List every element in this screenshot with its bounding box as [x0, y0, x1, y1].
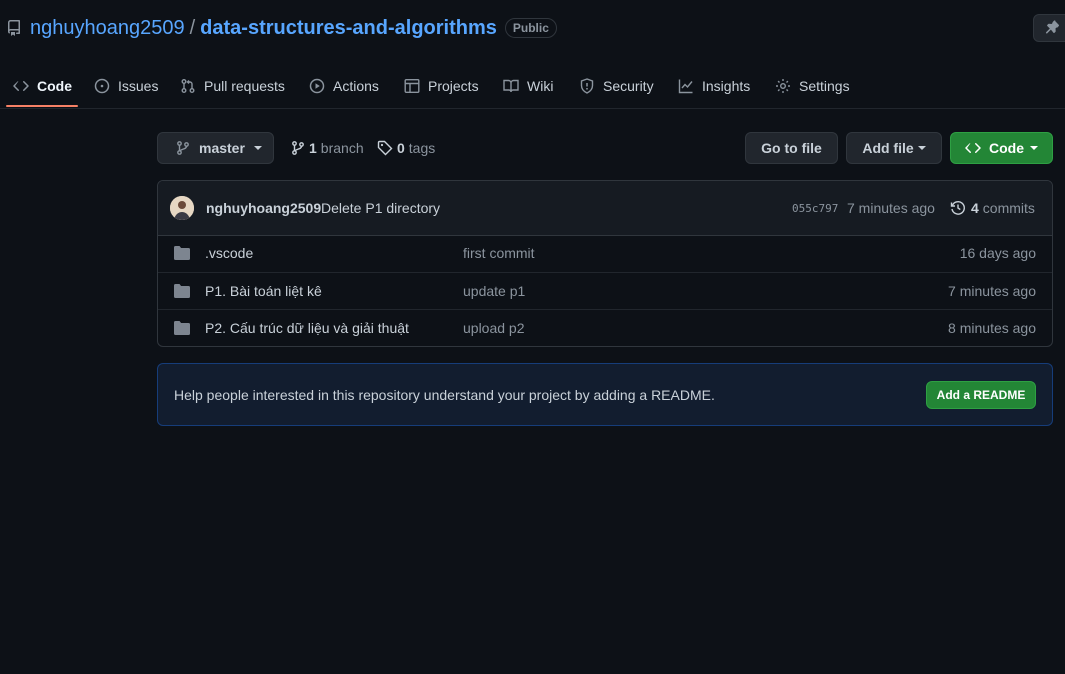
commit-count: 4	[971, 200, 979, 216]
chevron-down-icon	[253, 146, 262, 150]
active-tab-indicator	[6, 105, 78, 107]
path-separator: /	[189, 16, 196, 39]
tab-label: Insights	[702, 78, 751, 94]
visibility-badge: Public	[504, 18, 557, 38]
commit-author-link[interactable]: nghuyhoang2509	[206, 200, 321, 216]
add-readme-button[interactable]: Add a README	[926, 381, 1036, 409]
file-commit-message-link[interactable]: first commit	[463, 245, 535, 261]
add-file-button[interactable]: Add file	[846, 132, 942, 164]
tags-link[interactable]: 0 tags	[377, 139, 435, 157]
list-item[interactable]: P1. Bài toán liệt kê update p1 7 minutes…	[158, 272, 1052, 310]
file-name-link[interactable]: P2. Cấu trúc dữ liệu và giải thuật	[205, 320, 409, 336]
branches-link[interactable]: 1 branch	[290, 139, 364, 157]
commits-link[interactable]: 4 commits	[950, 200, 1035, 216]
tab-settings[interactable]: Settings	[775, 66, 850, 106]
code-icon	[965, 140, 981, 156]
commit-sha-link[interactable]: 055c797	[792, 202, 838, 215]
tab-label: Issues	[118, 78, 159, 94]
tag-label: tags	[408, 140, 436, 156]
tab-insights[interactable]: Insights	[678, 66, 750, 106]
graph-icon	[678, 78, 694, 94]
tab-label: Actions	[333, 78, 379, 94]
pin-icon	[1044, 20, 1060, 36]
repo-icon	[6, 20, 22, 36]
file-age: 7 minutes ago	[948, 283, 1036, 299]
tab-wiki[interactable]: Wiki	[503, 66, 553, 106]
chevron-down-icon	[917, 146, 926, 150]
gear-icon	[775, 78, 791, 94]
readme-banner-text: Help people interested in this repositor…	[174, 387, 715, 403]
chevron-down-icon	[1030, 146, 1038, 150]
tab-label: Settings	[799, 78, 850, 94]
branch-select-button[interactable]: master	[157, 132, 274, 164]
list-item[interactable]: P2. Cấu trúc dữ liệu và giải thuật uploa…	[158, 309, 1052, 346]
pull-request-icon	[180, 78, 196, 94]
table-icon	[404, 78, 420, 94]
add-readme-label: Add a README	[936, 388, 1026, 402]
tab-label: Projects	[428, 78, 479, 94]
folder-icon	[174, 246, 190, 260]
add-file-label: Add file	[862, 140, 914, 156]
book-icon	[503, 78, 519, 94]
folder-icon	[174, 321, 190, 335]
repo-header: nghuyhoang2509 / data-structures-and-alg…	[6, 16, 557, 40]
commit-time: 7 minutes ago	[847, 200, 935, 216]
issue-icon	[94, 78, 110, 94]
code-dropdown-button[interactable]: Code	[950, 132, 1053, 164]
code-button-label: Code	[989, 140, 1024, 156]
commit-label: commits	[982, 200, 1035, 216]
repo-owner-link[interactable]: nghuyhoang2509	[30, 17, 185, 40]
tab-label: Code	[37, 78, 72, 94]
tab-label: Pull requests	[204, 78, 285, 94]
code-icon	[13, 78, 29, 94]
tag-icon	[377, 140, 393, 156]
go-to-file-label: Go to file	[761, 140, 822, 156]
go-to-file-button[interactable]: Go to file	[745, 132, 838, 164]
history-icon	[950, 200, 966, 216]
tab-issues[interactable]: Issues	[94, 66, 158, 106]
branch-icon	[175, 140, 191, 156]
shield-icon	[579, 78, 595, 94]
branch-count: 1	[309, 140, 317, 156]
readme-banner: Help people interested in this repositor…	[157, 363, 1053, 426]
file-name-link[interactable]: .vscode	[205, 245, 253, 261]
tab-actions[interactable]: Actions	[309, 66, 379, 106]
file-name-link[interactable]: P1. Bài toán liệt kê	[205, 283, 322, 299]
pin-button[interactable]	[1033, 14, 1065, 42]
repo-tabs: Code Issues Pull requests Actions Projec…	[0, 66, 1065, 109]
play-icon	[309, 78, 325, 94]
file-list: nghuyhoang2509 Delete P1 directory 055c7…	[157, 180, 1053, 347]
file-commit-message-link[interactable]: upload p2	[463, 320, 525, 336]
file-age: 8 minutes ago	[948, 320, 1036, 336]
tab-label: Wiki	[527, 78, 554, 94]
tab-label: Security	[603, 78, 654, 94]
tab-code[interactable]: Code	[13, 66, 72, 106]
list-item[interactable]: .vscode first commit 16 days ago	[158, 235, 1052, 272]
branch-name: master	[199, 140, 245, 156]
branch-icon	[290, 140, 306, 156]
file-commit-message-link[interactable]: update p1	[463, 283, 525, 299]
folder-icon	[174, 284, 190, 298]
commit-message-link[interactable]: Delete P1 directory	[321, 200, 440, 216]
branch-label: branch	[320, 140, 364, 156]
tab-pull-requests[interactable]: Pull requests	[180, 66, 285, 106]
repo-name-link[interactable]: data-structures-and-algorithms	[200, 17, 497, 40]
avatar[interactable]	[170, 196, 194, 220]
tab-projects[interactable]: Projects	[404, 66, 479, 106]
tag-count: 0	[397, 140, 405, 156]
latest-commit-bar: nghuyhoang2509 Delete P1 directory 055c7…	[158, 181, 1052, 236]
file-age: 16 days ago	[959, 245, 1036, 261]
tab-security[interactable]: Security	[579, 66, 654, 106]
